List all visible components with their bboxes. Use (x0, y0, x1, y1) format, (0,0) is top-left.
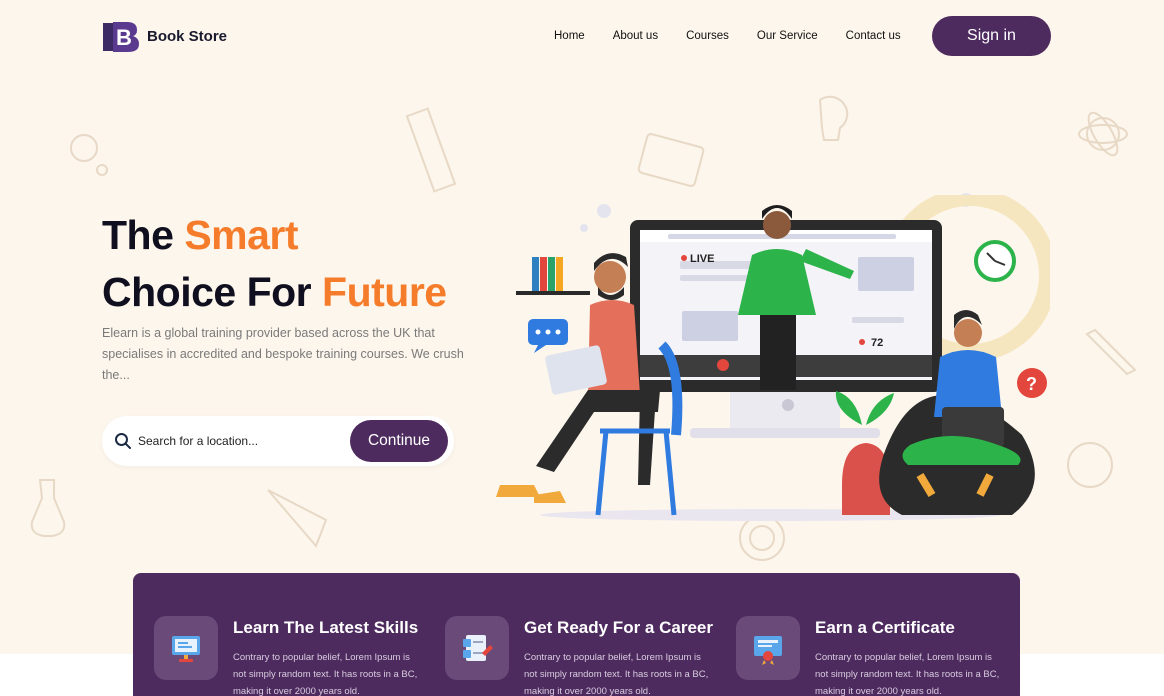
hero-title-line2: Choice For (102, 269, 312, 315)
viewer-count: 72 (871, 337, 883, 349)
continue-button[interactable]: Continue (350, 420, 448, 462)
feature-text-career: Contrary to popular belief, Lorem Ipsum … (524, 652, 709, 696)
feature-title-certificate: Earn a Certificate (815, 618, 955, 637)
nav-our-service[interactable]: Our Service (757, 30, 818, 42)
checklist-document-icon (445, 616, 509, 680)
nav-courses[interactable]: Courses (686, 30, 729, 42)
feature-text-skills: Contrary to popular belief, Lorem Ipsum … (233, 652, 418, 696)
features-section: Learn The Latest Skills Contrary to popu… (133, 573, 1020, 696)
feature-title-career: Get Ready For a Career (524, 618, 713, 637)
nav-home[interactable]: Home (554, 30, 585, 42)
nav-about-us[interactable]: About us (613, 30, 658, 42)
hero-illustration: LIVE 72 ? (496, 195, 1050, 521)
nav-contact-us[interactable]: Contact us (846, 30, 901, 42)
svg-text:?: ? (1026, 374, 1037, 394)
brand-logo[interactable]: B Book Store (103, 20, 227, 52)
hero-title-accent1: Smart (184, 212, 299, 258)
hero-title-accent2: Future (322, 269, 447, 315)
hero-title: The Smart Choice For Future (102, 207, 447, 321)
live-label: LIVE (690, 253, 714, 265)
hero-title-word1: The (102, 212, 174, 258)
feature-text-certificate: Contrary to popular belief, Lorem Ipsum … (815, 652, 1000, 696)
certificate-icon (736, 616, 800, 680)
hero-description: Elearn is a global training provider bas… (102, 326, 464, 382)
search-icon (115, 433, 131, 449)
sign-in-button[interactable]: Sign in (932, 16, 1051, 56)
book-logo-icon: B (103, 22, 139, 52)
location-search-bar: Continue (102, 416, 454, 466)
chat-bubble-icon (528, 319, 568, 353)
monitor-presentation-icon (154, 616, 218, 680)
main-nav: Home About us Courses Our Service Contac… (554, 30, 901, 42)
clock-icon (974, 240, 1016, 282)
svg-text:B: B (116, 25, 132, 50)
question-bubble-icon: ? (1017, 368, 1047, 398)
location-search-input[interactable] (138, 430, 328, 452)
feature-title-skills: Learn The Latest Skills (233, 618, 419, 637)
brand-name: Book Store (147, 27, 228, 45)
bookshelf (516, 257, 590, 295)
